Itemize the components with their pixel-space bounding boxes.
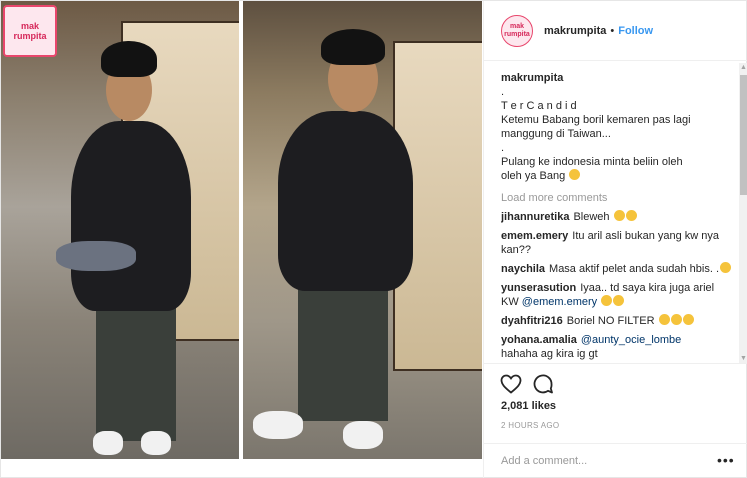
header-username[interactable]: makrumpita (544, 25, 606, 37)
post-photo[interactable]: mak rumpita (1, 1, 482, 459)
follow-button[interactable]: Follow (618, 25, 653, 37)
comment-item: dyahfitri216 Boriel NO FILTER (501, 314, 733, 328)
comment-bubble-icon[interactable] (531, 372, 555, 396)
smile-emoji-icon (720, 262, 732, 273)
post-card: mak rumpita mak rumpita makrumpita • Fol… (0, 0, 747, 478)
avatar[interactable]: mak rumpita (501, 14, 533, 47)
grin-emoji-icon (682, 314, 694, 325)
comment-username[interactable]: emem.emery (501, 230, 568, 242)
photo-panel-left (1, 1, 239, 459)
caption-line: oleh ya Bang (501, 170, 566, 182)
comment-text: Boriel NO FILTER (566, 315, 655, 327)
action-bar (484, 363, 747, 403)
avatar-text: mak rumpita (504, 22, 530, 38)
comment-mention[interactable]: @aunty_ocie_lombe (581, 334, 681, 346)
grin-emoji-icon (625, 210, 637, 221)
caption-line: . (501, 142, 505, 154)
comment-username[interactable]: dyahfitri216 (501, 315, 563, 327)
likes-count[interactable]: 2,081 likes (501, 400, 556, 412)
watermark-line1: mak (20, 21, 39, 31)
scrollbar-thumb[interactable] (740, 75, 747, 195)
heart-eyes-emoji-icon (569, 169, 581, 180)
caption-line: manggung di Taiwan... (501, 128, 611, 140)
caption-line: Ketemu Babang boril kemaren pas lagi (501, 114, 691, 126)
comment-text-continued: hahaha ag kira ig gt (501, 348, 598, 360)
grin-emoji-icon (613, 210, 625, 221)
caption-line-last: oleh ya Bang (501, 169, 733, 183)
comment-username[interactable]: yohana.amalia (501, 334, 577, 346)
grin-emoji-icon (658, 314, 670, 325)
watermark-logo: mak rumpita (3, 5, 57, 57)
post-header: mak rumpita makrumpita • Follow (484, 1, 747, 61)
caption-line: T e r C a n d i d (501, 100, 577, 112)
comment-item: yunserasution Iyaa.. td saya kira juga ar… (501, 281, 733, 309)
comment-item: yohana.amalia @aunty_ocie_lombe hahaha ag… (501, 333, 733, 361)
caption: makrumpita . T e r C a n d i d Ketemu Ba… (501, 71, 733, 183)
comment-username[interactable]: jihannuretika (501, 211, 569, 223)
comments-scrollbar[interactable]: ▲ ▼ (739, 63, 747, 363)
comment-text: Bleweh (573, 211, 610, 223)
comment-item: jihannuretika Bleweh (501, 210, 733, 224)
comment-username[interactable]: yunserasution (501, 282, 576, 294)
scroll-down-arrow-icon[interactable]: ▼ (739, 354, 747, 363)
caption-line: Pulang ke indonesia minta beliin oleh (501, 156, 683, 168)
comment-mention[interactable]: @emem.emery (522, 296, 597, 308)
photo-panel-right (243, 1, 482, 459)
load-more-comments-button[interactable]: Load more comments (501, 191, 733, 205)
grin-emoji-icon (670, 314, 682, 325)
add-comment-bar: ••• (484, 443, 747, 478)
comment-username[interactable]: naychila (501, 263, 545, 275)
header-dot: • (610, 24, 615, 37)
post-timestamp[interactable]: 2 HOURS AGO (501, 421, 559, 430)
grin-emoji-icon (613, 295, 625, 306)
watermark-line2: rumpita (13, 31, 47, 41)
comment-text: Masa aktif pelet anda sudah hbis. . (549, 263, 720, 275)
more-options-icon[interactable]: ••• (717, 452, 735, 468)
scroll-up-arrow-icon[interactable]: ▲ (739, 63, 747, 72)
comment-item: emem.emery Itu aril asli bukan yang kw ny… (501, 229, 733, 257)
post-sidebar: mak rumpita makrumpita • Follow makrumpi… (483, 1, 747, 478)
caption-line: . (501, 86, 505, 98)
add-comment-input[interactable] (501, 452, 701, 470)
comment-item: naychila Masa aktif pelet anda sudah hbis… (501, 262, 733, 276)
clap-emoji-icon (601, 295, 613, 306)
caption-username[interactable]: makrumpita (501, 71, 733, 85)
comments-list[interactable]: makrumpita . T e r C a n d i d Ketemu Ba… (501, 71, 733, 363)
heart-icon[interactable] (499, 372, 523, 396)
